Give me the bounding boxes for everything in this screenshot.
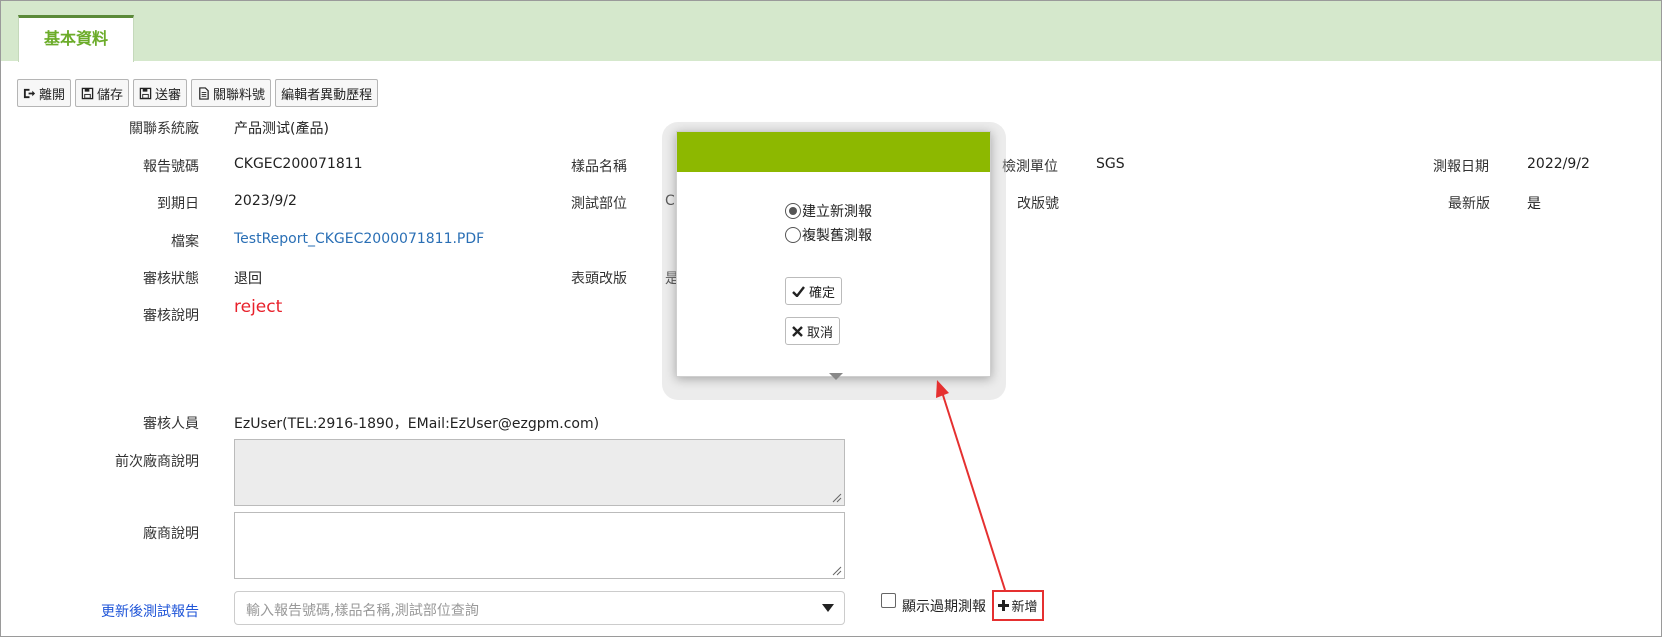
annotation-arrow bbox=[936, 380, 1006, 591]
